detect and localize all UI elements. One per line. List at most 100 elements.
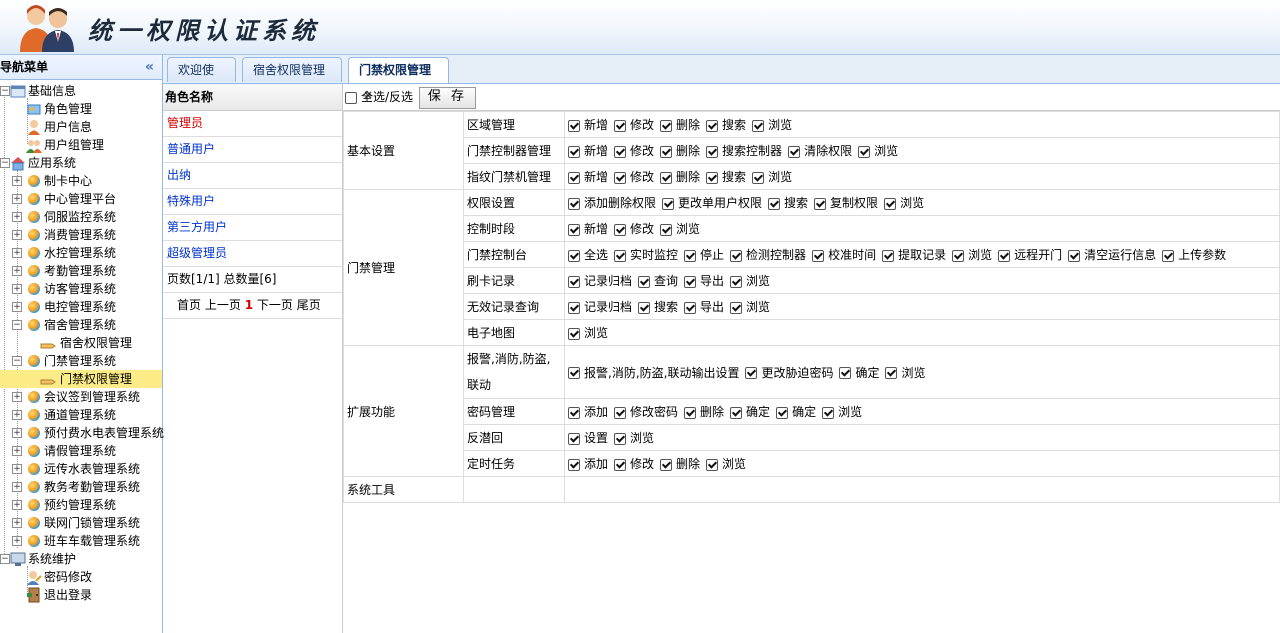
permission-option[interactable]: 添加 — [568, 455, 608, 472]
collapse-icon[interactable]: − — [12, 320, 22, 330]
permission-option[interactable]: 修改密码 — [614, 403, 678, 420]
permission-option[interactable]: 搜索 — [638, 298, 678, 315]
permission-option[interactable]: 浏览 — [952, 246, 992, 263]
permission-option[interactable]: 新增 — [568, 142, 608, 159]
permission-option[interactable]: 校准时间 — [812, 246, 876, 263]
tree-item-network-lock[interactable]: + 联网门锁管理系统 — [0, 514, 162, 532]
permission-checkbox[interactable] — [614, 223, 627, 236]
permission-checkbox[interactable] — [568, 301, 580, 314]
permission-checkbox[interactable] — [660, 458, 673, 471]
permission-checkbox[interactable] — [568, 249, 580, 262]
permission-option[interactable]: 删除 — [684, 403, 724, 420]
permission-option[interactable]: 修改 — [614, 455, 654, 472]
tree-node-app-systems[interactable]: − 应用系统 — [0, 154, 162, 172]
permission-checkbox[interactable] — [568, 406, 580, 419]
expand-icon[interactable]: + — [12, 410, 22, 420]
permission-option[interactable]: 记录归档 — [568, 272, 632, 289]
role-item-normal-user[interactable]: 普通用户 — [163, 137, 342, 163]
tree-item-reservation[interactable]: + 预约管理系统 — [0, 496, 162, 514]
permission-checkbox[interactable] — [614, 145, 627, 158]
permission-option[interactable]: 浏览 — [752, 116, 792, 133]
role-item-super-admin[interactable]: 超级管理员 — [163, 241, 342, 267]
permission-checkbox[interactable] — [568, 197, 580, 210]
permission-checkbox[interactable] — [568, 223, 580, 236]
permission-option[interactable]: 清除权限 — [788, 142, 852, 159]
permission-checkbox[interactable] — [745, 367, 758, 379]
expand-icon[interactable]: + — [12, 392, 22, 402]
permission-option[interactable]: 实时监控 — [614, 246, 678, 263]
first-page-link[interactable]: 首页 — [177, 298, 201, 312]
permission-checkbox[interactable] — [839, 367, 852, 379]
last-page-link[interactable]: 尾页 — [297, 298, 321, 312]
permission-option[interactable]: 设置 — [568, 429, 608, 446]
permission-option[interactable]: 上传参数 — [1162, 246, 1226, 263]
permission-checkbox[interactable] — [1068, 249, 1081, 262]
permission-option[interactable]: 浏览 — [614, 429, 654, 446]
expand-icon[interactable]: + — [12, 446, 22, 456]
permission-checkbox[interactable] — [858, 145, 871, 158]
permission-checkbox[interactable] — [638, 301, 651, 314]
tab-door-permission[interactable]: 门禁权限管理× — [348, 57, 449, 102]
permission-checkbox[interactable] — [706, 171, 719, 184]
permission-option[interactable]: 浏览 — [752, 168, 792, 185]
tree-item-role-management[interactable]: 角色管理 — [0, 100, 162, 118]
permission-checkbox[interactable] — [660, 119, 673, 132]
permission-checkbox[interactable] — [568, 458, 580, 471]
tree-node-system-maintenance[interactable]: − 系统维护 — [0, 550, 162, 568]
permission-option[interactable]: 检测控制器 — [730, 246, 806, 263]
permission-option[interactable]: 修改 — [614, 220, 654, 237]
permission-option[interactable]: 浏览 — [858, 142, 898, 159]
permission-checkbox[interactable] — [684, 275, 697, 288]
permission-option[interactable]: 停止 — [684, 246, 724, 263]
expand-icon[interactable]: + — [12, 230, 22, 240]
role-item-special-user[interactable]: 特殊用户 — [163, 189, 342, 215]
permission-checkbox[interactable] — [684, 249, 697, 262]
expand-icon[interactable]: + — [12, 302, 22, 312]
tree-item-dorm-permission[interactable]: 宿舍权限管理 — [0, 334, 162, 352]
permission-checkbox[interactable] — [614, 249, 627, 262]
permission-option[interactable]: 新增 — [568, 168, 608, 185]
permission-option[interactable]: 浏览 — [660, 220, 700, 237]
permission-option[interactable]: 远程开门 — [998, 246, 1062, 263]
permission-checkbox[interactable] — [776, 406, 789, 419]
permission-checkbox[interactable] — [998, 249, 1011, 262]
permission-checkbox[interactable] — [568, 327, 580, 340]
tree-item-power-control[interactable]: + 电控管理系统 — [0, 298, 162, 316]
expand-icon[interactable]: + — [12, 500, 22, 510]
permission-checkbox[interactable] — [706, 145, 719, 158]
permission-option[interactable]: 搜索控制器 — [706, 142, 782, 159]
permission-option[interactable]: 添加删除权限 — [568, 194, 656, 211]
permission-checkbox[interactable] — [882, 249, 895, 262]
expand-icon[interactable]: + — [12, 464, 22, 474]
permission-option[interactable]: 修改 — [614, 168, 654, 185]
permission-option[interactable]: 新增 — [568, 116, 608, 133]
permission-option[interactable]: 提取记录 — [882, 246, 946, 263]
tree-item-logout[interactable]: 退出登录 — [0, 586, 162, 604]
tree-item-door-system[interactable]: − 门禁管理系统 — [0, 352, 162, 370]
permission-option[interactable]: 浏览 — [706, 455, 746, 472]
permission-option[interactable]: 浏览 — [822, 403, 862, 420]
tab-welcome[interactable]: 欢迎使用 — [167, 57, 236, 102]
tree-item-user-info[interactable]: 用户信息 — [0, 118, 162, 136]
permission-checkbox[interactable] — [730, 275, 743, 288]
tree-item-servo-monitor[interactable]: + 伺服监控系统 — [0, 208, 162, 226]
permission-option[interactable]: 复制权限 — [814, 194, 878, 211]
expand-icon[interactable]: + — [12, 518, 22, 528]
permission-checkbox[interactable] — [568, 119, 580, 132]
permission-checkbox[interactable] — [638, 275, 651, 288]
tree-item-visitor[interactable]: + 访客管理系统 — [0, 280, 162, 298]
permission-checkbox[interactable] — [730, 406, 743, 419]
permission-checkbox[interactable] — [768, 197, 781, 210]
save-button[interactable]: 保 存 — [418, 86, 477, 109]
tree-item-water-control[interactable]: + 水控管理系统 — [0, 244, 162, 262]
tree-item-teaching-attendance[interactable]: + 教务考勤管理系统 — [0, 478, 162, 496]
permission-checkbox[interactable] — [614, 458, 627, 471]
permission-checkbox[interactable] — [752, 171, 765, 184]
collapse-sidebar-icon[interactable]: « — [145, 55, 154, 79]
expand-icon[interactable]: + — [12, 176, 22, 186]
tree-item-meeting-signin[interactable]: + 会议签到管理系统 — [0, 388, 162, 406]
permission-option[interactable]: 查询 — [638, 272, 678, 289]
permission-checkbox[interactable] — [812, 249, 825, 262]
permission-option[interactable]: 浏览 — [730, 272, 770, 289]
permission-option[interactable]: 添加 — [568, 403, 608, 420]
